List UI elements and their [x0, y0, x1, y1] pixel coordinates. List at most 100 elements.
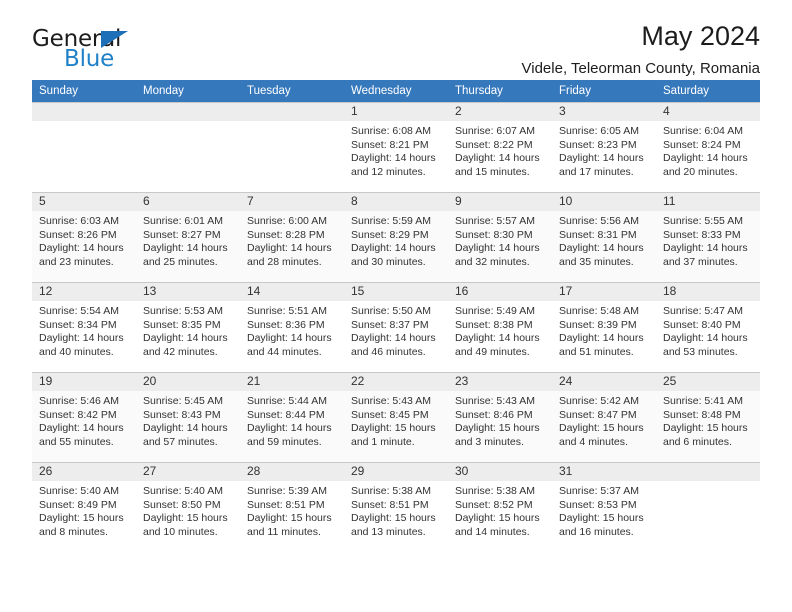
day-detail-line: Daylight: 14 hours [39, 332, 124, 344]
calendar-week-row: 26 Sunrise: 5:40 AM Sunset: 8:49 PM Dayligh… [32, 462, 760, 553]
calendar-day-cell[interactable]: 31 Sunrise: 5:37 AM Sunset: 8:53 PM Dayligh… [552, 462, 656, 553]
calendar-day-cell[interactable]: 23 Sunrise: 5:43 AM Sunset: 8:46 PM Dayligh… [448, 372, 552, 463]
calendar-day-cell[interactable]: 14 Sunrise: 5:51 AM Sunset: 8:36 PM Dayligh… [240, 282, 344, 373]
calendar-day-cell[interactable]: 26 Sunrise: 5:40 AM Sunset: 8:49 PM Dayligh… [32, 462, 136, 553]
title-block: May 2024 Videle, Teleorman County, Roman… [522, 21, 760, 77]
calendar-day-cell[interactable]: 11 Sunrise: 5:55 AM Sunset: 8:33 PM Dayligh… [656, 192, 760, 283]
day-detail-line: Sunset: 8:33 PM [663, 228, 741, 241]
calendar-body: 1 Sunrise: 6:08 AM Sunset: 8:21 PM Daylight… [32, 102, 760, 553]
day-number: 17 [552, 283, 656, 301]
day-detail-line: and 30 minutes. [351, 255, 426, 268]
weekday-headers: Sunday Monday Tuesday Wednesday Thursday Frid… [32, 80, 760, 103]
calendar-day-cell[interactable]: 15 Sunrise: 5:50 AM Sunset: 8:37 PM Dayligh… [344, 282, 448, 373]
calendar-day-cell[interactable]: 17 Sunrise: 5:48 AM Sunset: 8:39 PM Dayligh… [552, 282, 656, 373]
day-detail-line: and 1 minute. [351, 435, 415, 448]
calendar-day-cell[interactable]: 30 Sunrise: 5:38 AM Sunset: 8:52 PM Dayligh… [448, 462, 552, 553]
day-detail-line: Daylight: 14 hours [39, 422, 124, 434]
calendar-day-cell[interactable]: 18 Sunrise: 5:47 AM Sunset: 8:40 PM Dayligh… [656, 282, 760, 373]
day-detail-line: Daylight: 14 hours [39, 242, 124, 254]
day-detail-line: and 12 minutes. [351, 165, 426, 178]
weekday-header-monday: Monday [136, 80, 240, 103]
day-detail-line: Daylight: 14 hours [559, 152, 644, 164]
calendar-day-cell[interactable]: 19 Sunrise: 5:46 AM Sunset: 8:42 PM Dayligh… [32, 372, 136, 463]
calendar-week-row: 12 Sunrise: 5:54 AM Sunset: 8:34 PM Dayligh… [32, 282, 760, 373]
day-details: Sunrise: 5:57 AM Sunset: 8:30 PM Daylight:… [448, 211, 552, 269]
calendar-day-cell[interactable]: 2 Sunrise: 6:07 AM Sunset: 8:22 PM Daylight… [448, 102, 552, 193]
calendar-week-row: 1 Sunrise: 6:08 AM Sunset: 8:21 PM Daylight… [32, 102, 760, 193]
day-number [656, 463, 760, 481]
day-detail-line: and 40 minutes. [39, 345, 114, 358]
calendar-day-cell[interactable]: 1 Sunrise: 6:08 AM Sunset: 8:21 PM Daylight… [344, 102, 448, 193]
calendar-day-cell[interactable]: 20 Sunrise: 5:45 AM Sunset: 8:43 PM Dayligh… [136, 372, 240, 463]
calendar-day-cell[interactable]: 13 Sunrise: 5:53 AM Sunset: 8:35 PM Dayligh… [136, 282, 240, 373]
day-number: 28 [240, 463, 344, 481]
calendar-day-cell[interactable]: 12 Sunrise: 5:54 AM Sunset: 8:34 PM Dayligh… [32, 282, 136, 373]
day-details: Sunrise: 5:50 AM Sunset: 8:37 PM Daylight:… [344, 301, 448, 359]
day-number: 11 [656, 193, 760, 211]
day-detail-line: Daylight: 14 hours [143, 332, 228, 344]
day-details [656, 481, 760, 485]
calendar-day-cell[interactable]: 22 Sunrise: 5:43 AM Sunset: 8:45 PM Dayligh… [344, 372, 448, 463]
day-detail-line: Daylight: 14 hours [143, 242, 228, 254]
day-detail-line: Sunrise: 5:53 AM [143, 305, 223, 317]
calendar-cell-empty [656, 462, 760, 553]
day-detail-line: Daylight: 14 hours [247, 242, 332, 254]
brand-logo[interactable]: General Blue [32, 28, 152, 74]
day-number [32, 103, 136, 121]
day-detail-line: Sunset: 8:29 PM [351, 228, 429, 241]
calendar-day-cell[interactable]: 27 Sunrise: 5:40 AM Sunset: 8:50 PM Dayligh… [136, 462, 240, 553]
calendar-day-cell[interactable]: 28 Sunrise: 5:39 AM Sunset: 8:51 PM Dayligh… [240, 462, 344, 553]
weekday-header-thursday: Thursday [448, 80, 552, 103]
day-details: Sunrise: 5:49 AM Sunset: 8:38 PM Daylight:… [448, 301, 552, 359]
day-details: Sunrise: 5:56 AM Sunset: 8:31 PM Daylight:… [552, 211, 656, 269]
calendar-day-cell[interactable]: 10 Sunrise: 5:56 AM Sunset: 8:31 PM Dayligh… [552, 192, 656, 283]
day-detail-line: and 32 minutes. [455, 255, 530, 268]
calendar-week-row: 19 Sunrise: 5:46 AM Sunset: 8:42 PM Dayligh… [32, 372, 760, 463]
day-number [136, 103, 240, 121]
day-number: 4 [656, 103, 760, 121]
calendar-day-cell[interactable]: 25 Sunrise: 5:41 AM Sunset: 8:48 PM Dayligh… [656, 372, 760, 463]
day-detail-line: Daylight: 14 hours [143, 422, 228, 434]
day-detail-line: Sunrise: 5:51 AM [247, 305, 327, 317]
day-details: Sunrise: 5:43 AM Sunset: 8:46 PM Daylight:… [448, 391, 552, 449]
day-detail-line: Daylight: 14 hours [559, 332, 644, 344]
day-detail-line: Sunset: 8:22 PM [455, 138, 533, 151]
day-details: Sunrise: 5:42 AM Sunset: 8:47 PM Daylight:… [552, 391, 656, 449]
day-detail-line: and 25 minutes. [143, 255, 218, 268]
day-detail-line: Daylight: 14 hours [663, 332, 748, 344]
calendar-day-cell[interactable]: 7 Sunrise: 6:00 AM Sunset: 8:28 PM Daylight… [240, 192, 344, 283]
day-detail-line: Daylight: 14 hours [663, 152, 748, 164]
day-detail-line: and 46 minutes. [351, 345, 426, 358]
day-detail-line: Sunrise: 6:04 AM [663, 125, 743, 137]
day-details: Sunrise: 5:38 AM Sunset: 8:52 PM Daylight:… [448, 481, 552, 539]
calendar-day-cell[interactable]: 5 Sunrise: 6:03 AM Sunset: 8:26 PM Daylight… [32, 192, 136, 283]
calendar-day-cell[interactable]: 29 Sunrise: 5:38 AM Sunset: 8:51 PM Dayligh… [344, 462, 448, 553]
calendar-day-cell[interactable]: 8 Sunrise: 5:59 AM Sunset: 8:29 PM Daylight… [344, 192, 448, 283]
calendar-day-cell[interactable]: 24 Sunrise: 5:42 AM Sunset: 8:47 PM Dayligh… [552, 372, 656, 463]
day-detail-line: Sunrise: 5:40 AM [143, 485, 223, 497]
day-detail-line: Sunset: 8:51 PM [247, 498, 325, 511]
day-detail-line: Daylight: 15 hours [455, 512, 540, 524]
day-detail-line: and 4 minutes. [559, 435, 628, 448]
day-number: 30 [448, 463, 552, 481]
day-detail-line: Daylight: 15 hours [559, 512, 644, 524]
day-detail-line: Daylight: 14 hours [455, 242, 540, 254]
calendar-day-cell[interactable]: 4 Sunrise: 6:04 AM Sunset: 8:24 PM Daylight… [656, 102, 760, 193]
day-number: 2 [448, 103, 552, 121]
day-detail-line: and 42 minutes. [143, 345, 218, 358]
day-detail-line: and 17 minutes. [559, 165, 634, 178]
day-detail-line: Sunset: 8:42 PM [39, 408, 117, 421]
day-details: Sunrise: 5:53 AM Sunset: 8:35 PM Daylight:… [136, 301, 240, 359]
calendar-day-cell[interactable]: 3 Sunrise: 6:05 AM Sunset: 8:23 PM Daylight… [552, 102, 656, 193]
day-detail-line: Sunrise: 5:38 AM [455, 485, 535, 497]
calendar-day-cell[interactable]: 9 Sunrise: 5:57 AM Sunset: 8:30 PM Daylight… [448, 192, 552, 283]
day-detail-line: Sunrise: 6:08 AM [351, 125, 431, 137]
day-detail-line: Sunrise: 5:56 AM [559, 215, 639, 227]
day-number: 31 [552, 463, 656, 481]
calendar-day-cell[interactable]: 6 Sunrise: 6:01 AM Sunset: 8:27 PM Daylight… [136, 192, 240, 283]
brand-name-blue: Blue [64, 46, 115, 72]
day-details [32, 121, 136, 125]
day-details: Sunrise: 5:39 AM Sunset: 8:51 PM Daylight:… [240, 481, 344, 539]
calendar-day-cell[interactable]: 16 Sunrise: 5:49 AM Sunset: 8:38 PM Dayligh… [448, 282, 552, 373]
calendar-day-cell[interactable]: 21 Sunrise: 5:44 AM Sunset: 8:44 PM Dayligh… [240, 372, 344, 463]
